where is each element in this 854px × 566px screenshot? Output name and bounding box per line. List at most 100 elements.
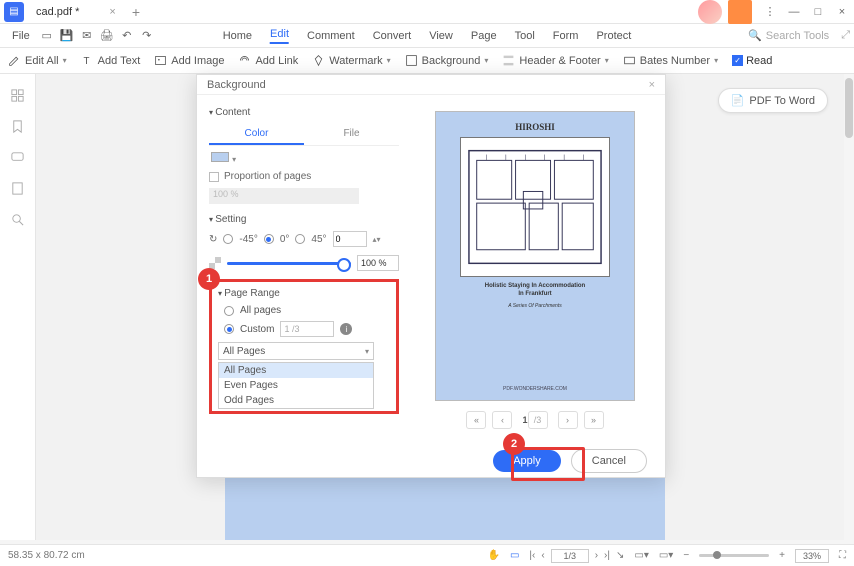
- nav-first-icon[interactable]: |‹: [529, 550, 535, 561]
- menu-edit[interactable]: Edit: [270, 28, 289, 44]
- preview-page: HIROSHI Holistic Staying: [435, 111, 635, 401]
- preview-title: HIROSHI: [515, 122, 555, 132]
- comment-icon[interactable]: [10, 150, 25, 165]
- mail-icon[interactable]: ✉: [78, 27, 96, 45]
- menu-protect[interactable]: Protect: [596, 30, 631, 42]
- checkbox-checked-icon: ✓: [732, 55, 743, 66]
- print-icon[interactable]: 🖨: [98, 27, 116, 45]
- hand-tool-icon[interactable]: ✋: [488, 550, 500, 561]
- tab-close-icon[interactable]: ×: [109, 6, 115, 18]
- proportion-label: Proportion of pages: [224, 171, 311, 182]
- notification-icon[interactable]: [728, 0, 752, 24]
- menu-page[interactable]: Page: [471, 30, 497, 42]
- proportion-checkbox-row[interactable]: Proportion of pages: [209, 171, 399, 182]
- radio-n45[interactable]: [223, 234, 233, 244]
- view-scroll-icon[interactable]: ▭▾: [659, 550, 673, 561]
- file-menu[interactable]: File: [4, 30, 38, 42]
- dropdown-item-even[interactable]: Even Pages: [219, 378, 373, 393]
- dialog-close-icon[interactable]: ×: [649, 79, 655, 91]
- radio-45[interactable]: [295, 234, 305, 244]
- zoom-slider[interactable]: [699, 554, 769, 557]
- dialog-left-panel: Content Color File ▾ Proportion of pages…: [197, 95, 405, 445]
- minimize-button[interactable]: —: [782, 0, 806, 24]
- nav-last-icon[interactable]: ›|: [604, 550, 610, 561]
- chevron-down-icon: ▾: [365, 347, 369, 356]
- watermark-button[interactable]: Watermark ▾: [312, 54, 390, 67]
- app-logo-icon: ▤: [4, 2, 24, 22]
- menu-tool[interactable]: Tool: [515, 30, 535, 42]
- section-content[interactable]: Content: [209, 107, 399, 118]
- search-panel-icon[interactable]: [10, 212, 25, 227]
- rotate-reset-icon[interactable]: ↻: [209, 234, 217, 245]
- maximize-button[interactable]: □: [806, 0, 830, 24]
- angle-spinner-icon[interactable]: ▴▾: [373, 235, 381, 244]
- callout-box-1: 1 Page Range All pages Custom i All Page…: [209, 279, 399, 414]
- dropdown-item-odd[interactable]: Odd Pages: [219, 393, 373, 408]
- chevron-down-icon: ▾: [63, 56, 67, 65]
- add-text-button[interactable]: T Add Text: [81, 54, 141, 67]
- radio-all-pages-row[interactable]: All pages: [224, 305, 390, 316]
- tab-file[interactable]: File: [304, 124, 399, 145]
- read-mode-toggle[interactable]: ✓ Read: [732, 55, 772, 67]
- nav-next-icon[interactable]: ›: [595, 550, 598, 561]
- save-icon[interactable]: 💾: [58, 27, 76, 45]
- zoom-out-icon[interactable]: −: [683, 550, 689, 561]
- chevron-down-icon[interactable]: ▾: [232, 155, 236, 164]
- page-nav: |‹ ‹ 1/3 › ›| ↘: [529, 549, 624, 563]
- attachment-icon[interactable]: [10, 181, 25, 196]
- pager-prev-icon[interactable]: ‹: [492, 411, 512, 429]
- tab-color[interactable]: Color: [209, 124, 304, 145]
- header-footer-button[interactable]: Header & Footer ▾: [502, 54, 608, 67]
- section-page-range[interactable]: Page Range: [218, 288, 390, 299]
- page-subset-select[interactable]: All Pages ▾: [218, 342, 374, 360]
- opacity-slider[interactable]: [227, 262, 351, 265]
- add-link-button[interactable]: Add Link: [238, 54, 298, 67]
- angle-input[interactable]: [333, 231, 367, 247]
- document-tab[interactable]: cad.pdf * ×: [28, 0, 124, 23]
- undo-icon[interactable]: ↶: [118, 27, 136, 45]
- close-window-button[interactable]: ×: [830, 0, 854, 24]
- pager-first-icon[interactable]: «: [466, 411, 486, 429]
- color-swatch[interactable]: [211, 152, 229, 162]
- pager-current: 1 /3: [518, 411, 551, 429]
- pager-last-icon[interactable]: »: [584, 411, 604, 429]
- search-tools[interactable]: 🔍 Search Tools ⤢: [748, 29, 850, 42]
- menu-comment[interactable]: Comment: [307, 30, 355, 42]
- pdf-to-word-button[interactable]: 📄 PDF To Word: [718, 88, 828, 113]
- redo-icon[interactable]: ↷: [138, 27, 156, 45]
- new-tab-button[interactable]: +: [124, 4, 148, 20]
- thumbnails-icon[interactable]: [10, 88, 25, 103]
- vertical-scrollbar[interactable]: [844, 74, 854, 544]
- radio-0[interactable]: [264, 234, 274, 244]
- menu-form[interactable]: Form: [553, 30, 579, 42]
- nav-jump-icon[interactable]: ↘: [616, 550, 624, 561]
- bates-number-button[interactable]: Bates Number ▾: [623, 54, 718, 67]
- kebab-menu-icon[interactable]: ⋮: [758, 0, 782, 24]
- radio-custom-row[interactable]: Custom i: [224, 321, 390, 337]
- bookmark-icon[interactable]: [10, 119, 25, 134]
- custom-pages-input[interactable]: [280, 321, 334, 337]
- section-setting[interactable]: Setting: [209, 214, 399, 225]
- open-icon[interactable]: ▭: [38, 27, 56, 45]
- menu-convert[interactable]: Convert: [373, 30, 412, 42]
- account-avatar-icon[interactable]: [698, 0, 722, 24]
- add-image-button[interactable]: Add Image: [154, 54, 224, 67]
- nav-prev-icon[interactable]: ‹: [541, 550, 544, 561]
- zoom-value[interactable]: 33%: [795, 549, 829, 563]
- fit-page-icon[interactable]: ⛶: [839, 550, 846, 561]
- opacity-value[interactable]: 100 %: [357, 255, 399, 271]
- select-tool-icon[interactable]: ▭: [510, 550, 519, 561]
- view-single-icon[interactable]: ▭▾: [634, 550, 648, 561]
- info-icon[interactable]: i: [340, 323, 352, 335]
- zoom-in-icon[interactable]: +: [779, 550, 785, 561]
- expand-icon[interactable]: ⤢: [841, 29, 850, 42]
- dropdown-item-all[interactable]: All Pages: [219, 363, 373, 378]
- background-button[interactable]: Background ▾: [405, 54, 489, 67]
- content-tabs: Color File: [209, 124, 399, 146]
- menu-view[interactable]: View: [429, 30, 453, 42]
- search-icon: 🔍: [748, 29, 762, 42]
- page-number-field[interactable]: 1/3: [551, 549, 589, 563]
- edit-all-button[interactable]: Edit All ▾: [8, 54, 67, 67]
- pager-next-icon[interactable]: ›: [558, 411, 578, 429]
- menu-home[interactable]: Home: [223, 30, 252, 42]
